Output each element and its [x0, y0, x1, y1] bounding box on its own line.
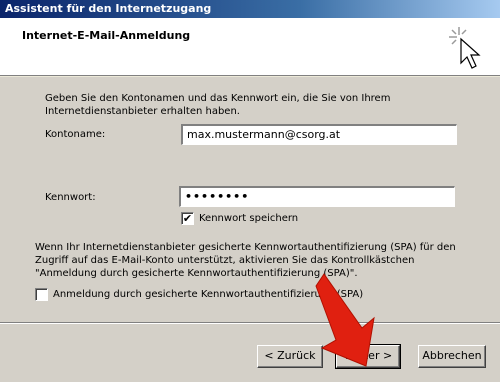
next-button[interactable]: Weiter >: [335, 344, 401, 369]
spa-checkbox-label[interactable]: Anmeldung durch gesicherte Kennwortauthe…: [53, 288, 363, 301]
cancel-button[interactable]: Abbrechen: [418, 345, 486, 368]
remember-password-label[interactable]: Kennwort speichern: [199, 212, 298, 225]
spa-checkbox[interactable]: [35, 288, 48, 301]
spa-text-line: Wenn Ihr Internetdienstanbieter gesicher…: [35, 242, 456, 253]
account-name-label: Kontoname:: [45, 129, 106, 140]
page-title: Internet-E-Mail-Anmeldung: [22, 29, 191, 42]
back-button[interactable]: < Zurück: [257, 345, 323, 368]
wizard-window: Assistent für den Internetzugang Interne…: [0, 0, 500, 382]
intro-text-line: Internetdienstanbieter erhalten haben.: [45, 106, 240, 117]
password-input[interactable]: ••••••••: [179, 186, 455, 207]
intro-text: Geben Sie den Kontonamen und das Kennwor…: [45, 92, 390, 118]
spa-text-line: Zugriff auf das E-Mail-Konto unterstützt…: [35, 255, 415, 266]
window-title: Assistent für den Internetzugang: [5, 2, 212, 15]
title-bar[interactable]: Assistent für den Internetzugang: [0, 0, 500, 18]
password-label: Kennwort:: [45, 192, 96, 203]
spa-description: Wenn Ihr Internetdienstanbieter gesicher…: [35, 241, 456, 280]
intro-text-line: Geben Sie den Kontonamen und das Kennwor…: [45, 93, 391, 104]
remember-password-checkbox[interactable]: ✔: [181, 212, 194, 225]
spa-text-line: "Anmeldung durch gesicherte Kennwortauth…: [35, 268, 358, 279]
wizard-cursor-icon: [449, 27, 481, 69]
account-name-input[interactable]: max.mustermann@csorg.at: [181, 124, 457, 145]
wizard-header: Internet-E-Mail-Anmeldung: [0, 18, 500, 76]
